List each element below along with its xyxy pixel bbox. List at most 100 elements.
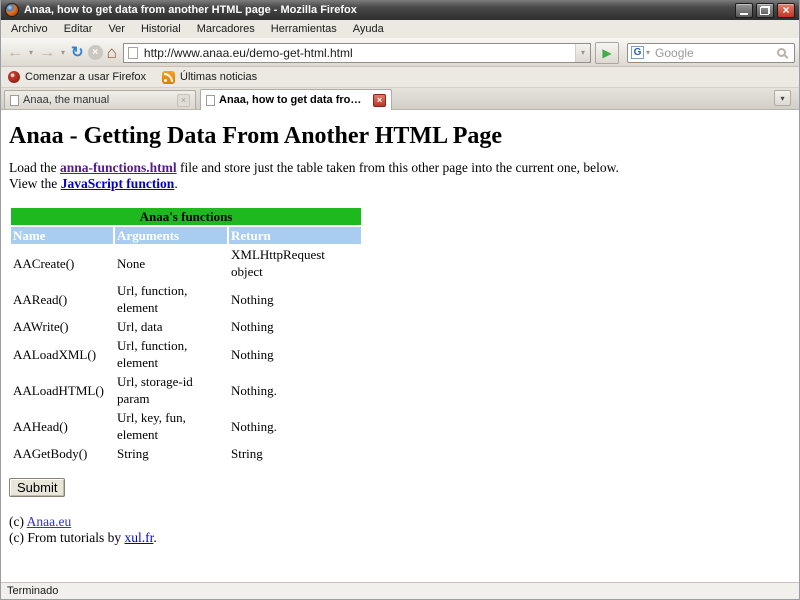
tab-close-icon[interactable]: × bbox=[373, 93, 386, 107]
copyright-text: . bbox=[153, 529, 157, 545]
bookmark-latest-news[interactable]: Últimas noticias bbox=[162, 70, 258, 84]
firefox-start-icon bbox=[8, 71, 20, 83]
close-icon: × bbox=[782, 2, 790, 17]
chevron-down-icon: ▾ bbox=[61, 48, 66, 57]
menu-marcadores[interactable]: Marcadores bbox=[189, 21, 263, 37]
bookmarks-toolbar: Comenzar a usar Firefox Últimas noticias bbox=[1, 67, 799, 88]
anaa-eu-link[interactable]: Anaa.eu bbox=[27, 514, 72, 529]
tab-bar: Anaa, the manual × Anaa, how to get data… bbox=[1, 88, 799, 110]
tab-list-dropdown[interactable]: ▾ bbox=[774, 90, 791, 106]
tab-label: Anaa, the manual bbox=[23, 94, 110, 106]
tab-anaa-manual[interactable]: Anaa, the manual × bbox=[4, 90, 196, 109]
restore-button[interactable] bbox=[756, 2, 774, 18]
javascript-function-link[interactable]: JavaScript function bbox=[61, 176, 175, 191]
url-bar: ▾ bbox=[122, 42, 591, 63]
table-cell: Url, function, element bbox=[117, 283, 188, 315]
status-text: Terminado bbox=[7, 585, 59, 597]
back-history-dropdown[interactable]: ▾ bbox=[25, 41, 37, 65]
page-icon bbox=[127, 46, 138, 59]
search-engine-dropdown[interactable]: ▾ bbox=[644, 48, 652, 57]
table-header-name: Name bbox=[11, 227, 113, 244]
intro-text: . bbox=[174, 176, 178, 191]
table-row: AALoadHTML() Url, storage-id param Nothi… bbox=[11, 373, 361, 407]
window-title: Anaa, how to get data from another HTML … bbox=[24, 4, 357, 16]
menu-ayuda[interactable]: Ayuda bbox=[345, 21, 392, 37]
home-icon: ⌂ bbox=[106, 43, 117, 62]
intro-text: View the bbox=[9, 176, 61, 191]
stop-icon: × bbox=[87, 45, 103, 60]
table-caption: Anaa's functions bbox=[11, 208, 361, 225]
tab-close-icon[interactable]: × bbox=[177, 93, 190, 107]
window-controls: × bbox=[735, 2, 795, 18]
tab-anaa-get-data[interactable]: Anaa, how to get data from anot... × bbox=[200, 89, 392, 110]
table-cell: Url, function, element bbox=[117, 338, 188, 370]
page-content: Anaa - Getting Data From Another HTML Pa… bbox=[1, 110, 799, 582]
menu-ver[interactable]: Ver bbox=[100, 21, 133, 37]
table-row: AARead() Url, function, element Nothing bbox=[11, 282, 361, 316]
page-footer: (c) Anaa.eu (c) From tutorials by xul.fr… bbox=[9, 514, 791, 545]
menu-herramientas[interactable]: Herramientas bbox=[263, 21, 345, 37]
minimize-button[interactable] bbox=[735, 2, 753, 18]
table-row: AAHead() Url, key, fun, element Nothing. bbox=[11, 409, 361, 443]
url-input[interactable] bbox=[141, 44, 575, 61]
table-cell: AALoadHTML() bbox=[13, 382, 104, 398]
search-box: G ▾ bbox=[627, 42, 795, 63]
table-header-return: Return bbox=[229, 227, 361, 244]
bookmark-label: Últimas noticias bbox=[180, 71, 258, 83]
table-cell: Url, key, fun, element bbox=[117, 410, 186, 442]
intro-text: file and store just the table taken from… bbox=[176, 160, 619, 175]
menu-historial[interactable]: Historial bbox=[133, 21, 189, 37]
url-history-dropdown[interactable]: ▾ bbox=[575, 43, 590, 62]
table-row: AAGetBody() String String bbox=[11, 445, 361, 462]
table-cell: Nothing bbox=[231, 319, 274, 334]
chevron-down-icon: ▾ bbox=[29, 48, 34, 57]
menu-editar[interactable]: Editar bbox=[56, 21, 101, 37]
bookmark-label: Comenzar a usar Firefox bbox=[25, 71, 147, 83]
rss-icon bbox=[162, 70, 176, 84]
home-button[interactable]: ⌂ bbox=[105, 41, 119, 65]
tab-label: Anaa, how to get data from anot... bbox=[219, 94, 369, 106]
table-cell: String bbox=[117, 446, 149, 461]
restore-icon bbox=[760, 5, 770, 15]
search-icon[interactable] bbox=[777, 48, 786, 57]
table-cell: String bbox=[231, 446, 263, 461]
copyright-line-1: (c) Anaa.eu bbox=[9, 514, 791, 530]
table-cell: AARead() bbox=[13, 291, 68, 307]
table-cell: Nothing bbox=[231, 346, 274, 362]
chevron-down-icon: ▾ bbox=[780, 93, 785, 103]
forward-history-dropdown[interactable]: ▾ bbox=[57, 41, 69, 65]
close-button[interactable]: × bbox=[777, 2, 795, 18]
table-header-arguments: Arguments bbox=[115, 227, 227, 244]
anna-functions-link[interactable]: anna-functions.html bbox=[60, 160, 177, 175]
back-icon: ← bbox=[7, 43, 23, 61]
forward-icon: → bbox=[39, 43, 56, 61]
submit-button[interactable]: Submit bbox=[9, 478, 66, 497]
copyright-text: (c) bbox=[9, 514, 27, 529]
table-cell: AACreate() bbox=[13, 255, 75, 271]
browser-window: Anaa, how to get data from another HTML … bbox=[0, 0, 800, 600]
xul-fr-link[interactable]: xul.fr bbox=[124, 530, 153, 545]
forward-button[interactable]: → bbox=[37, 41, 57, 65]
titlebar: Anaa, how to get data from another HTML … bbox=[1, 0, 799, 20]
search-input[interactable] bbox=[652, 44, 777, 61]
status-bar: Terminado bbox=[1, 582, 799, 599]
table-cell: XMLHttpRequest object bbox=[231, 247, 325, 279]
intro-text: Load the bbox=[9, 160, 60, 175]
bookmark-getting-started[interactable]: Comenzar a usar Firefox bbox=[8, 71, 146, 83]
submit-row: Submit bbox=[9, 478, 791, 497]
google-icon: G bbox=[631, 46, 644, 59]
firefox-icon[interactable] bbox=[5, 3, 19, 17]
menu-archivo[interactable]: Archivo bbox=[3, 21, 56, 37]
reload-button[interactable]: ↻ bbox=[69, 41, 86, 65]
intro-line-1: Load the anna-functions.html file and st… bbox=[9, 160, 791, 176]
go-icon: ▶ bbox=[602, 45, 612, 60]
stop-button[interactable]: × bbox=[86, 41, 105, 65]
table-cell: Nothing. bbox=[231, 382, 277, 398]
page-title: Anaa - Getting Data From Another HTML Pa… bbox=[9, 123, 503, 149]
tab-favicon bbox=[206, 94, 215, 106]
menubar: Archivo Editar Ver Historial Marcadores … bbox=[1, 20, 799, 39]
navigation-toolbar: ← ▾ → ▾ ↻ × ⌂ ▾ ▶ G ▾ bbox=[1, 39, 799, 67]
back-button[interactable]: ← bbox=[5, 41, 25, 65]
go-button[interactable]: ▶ bbox=[595, 41, 619, 64]
table-row: AALoadXML() Url, function, element Nothi… bbox=[11, 337, 361, 371]
